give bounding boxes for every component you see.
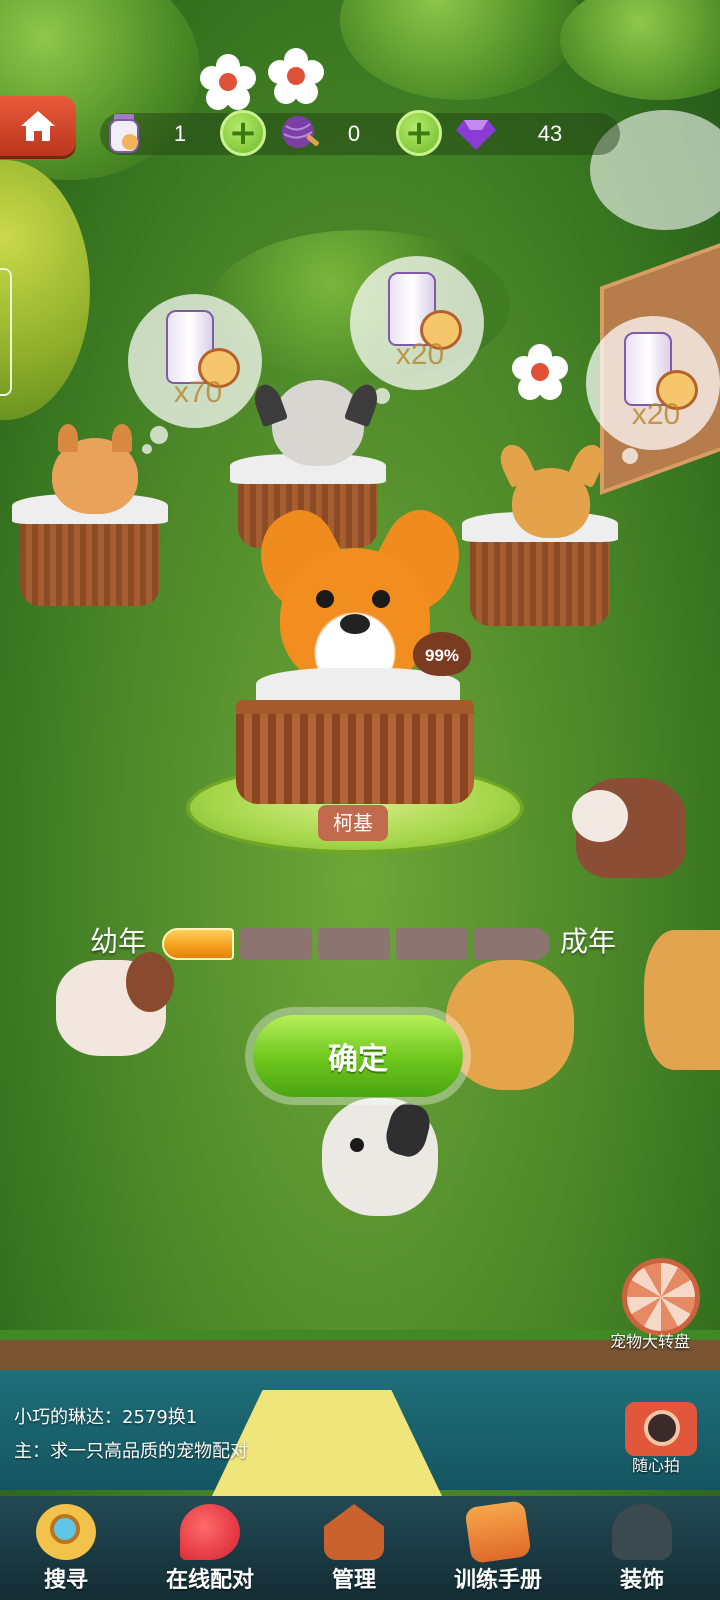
nav-label: 搜寻 [43,1568,88,1593]
nav-manage[interactable]: 管理 [292,1500,416,1600]
request-quantity: x20 [395,338,445,371]
chat-message: 主：求一只高品质的宠物配对 [14,1441,248,1462]
dog-ear [58,424,78,452]
plus-icon: + [404,113,434,153]
roaming-shiba[interactable] [644,930,720,1070]
growth-start-label: 幼年 [90,925,147,958]
add-yarn-button[interactable]: + [396,110,442,156]
prize-wheel-button[interactable] [622,1258,700,1336]
flower-decoration [512,344,568,400]
food-request-bubble[interactable]: x20 [350,256,484,390]
nav-label: 训练手册 [453,1568,542,1593]
pet-name-tag: 柯基 [318,805,388,841]
nav-training-book[interactable]: 训练手册 [436,1500,560,1600]
home-button[interactable] [0,96,76,156]
request-quantity: x70 [173,376,223,409]
growth-segment [474,928,550,960]
nav-label: 管理 [331,1568,376,1593]
yarn-ball-icon [282,116,319,148]
gem-icon [456,120,496,150]
growth-segment [240,928,312,960]
dog-ear [126,952,174,1012]
bush-decoration [340,0,580,100]
leaf-decoration [0,160,90,420]
camera-icon [644,1410,680,1446]
tree-icon [612,1504,672,1560]
food-request-bubble[interactable]: x20 [586,316,720,450]
pet-basket[interactable] [470,530,610,626]
dalmatian-dog[interactable] [272,380,364,466]
confirm-label: 确定 [253,1015,463,1097]
quality-percent-badge: 99% [413,632,471,676]
nav-label: 装饰 [619,1568,664,1593]
flower-decoration [268,48,324,104]
nav-online-match[interactable]: 在线配对 [148,1500,272,1600]
nav-label: 在线配对 [165,1568,254,1593]
search-icon [36,1504,96,1560]
dog-face [572,790,628,842]
food-request-bubble[interactable]: x70 [128,294,262,428]
dog-nose [340,614,370,634]
featured-basket [236,700,474,804]
bubble-tail [150,426,168,444]
dog-eye [372,590,390,608]
dog-eye [350,1138,364,1152]
request-quantity: x20 [631,398,681,431]
potion-bottle-icon [109,114,139,153]
growth-segment [318,928,390,960]
nav-search[interactable]: 搜寻 [4,1500,128,1600]
camera-label: 随心拍 [632,1456,681,1475]
pet-basket[interactable] [20,512,160,606]
plus-icon: + [228,113,258,153]
gem-count: 43 [537,121,563,146]
potion-count: 1 [173,121,187,146]
confirm-button[interactable]: 确定 [245,1007,471,1105]
bubble-tail [622,448,638,464]
side-drawer-tab[interactable] [0,268,12,396]
growth-segment [396,928,468,960]
dog-ear [112,424,132,452]
growth-end-label: 成年 [560,925,617,958]
flower-decoration [200,54,256,110]
home-icon [21,111,55,141]
growth-segment-filled [162,928,234,960]
bubble-tail [142,444,152,454]
chat-feed[interactable]: 小巧的琳达：2579换1 主：求一只高品质的宠物配对 [8,1403,408,1469]
doghouse-icon [324,1504,384,1560]
add-potion-button[interactable]: + [220,110,266,156]
chat-message: 小巧的琳达：2579换1 [14,1407,198,1428]
dog-eye [316,590,334,608]
bush-decoration [560,0,720,100]
book-icon [464,1500,532,1564]
heart-match-icon [180,1504,240,1560]
nav-decorate[interactable]: 装饰 [580,1500,704,1600]
yarn-count: 0 [347,121,361,146]
prize-wheel-label: 宠物大转盘 [610,1332,691,1351]
